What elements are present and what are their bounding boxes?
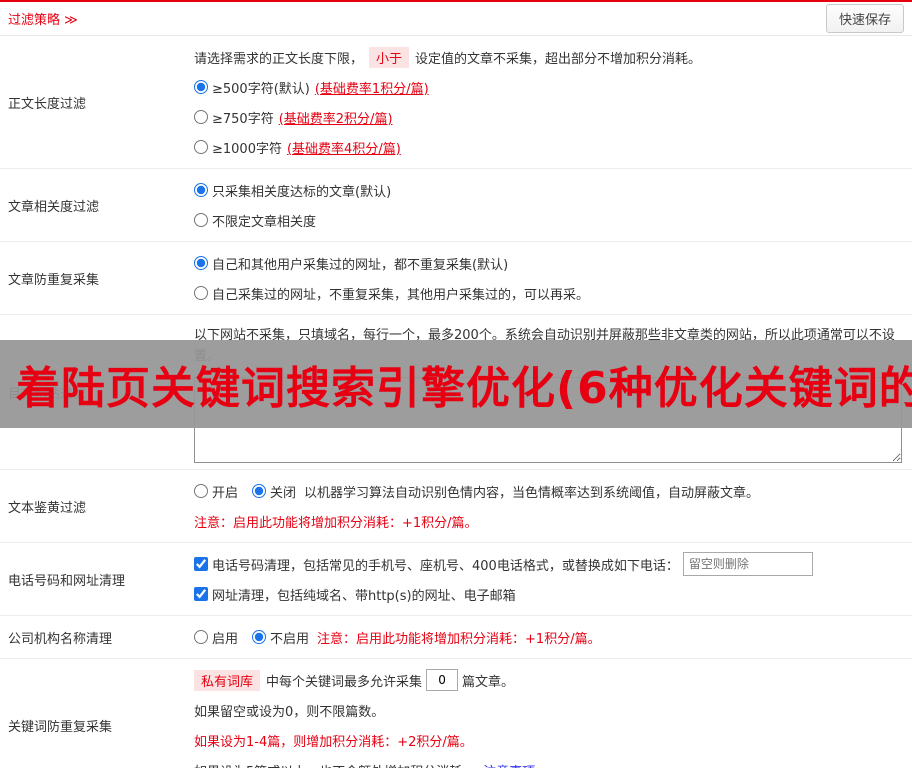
length-filter-content: 请选择需求的正文长度下限， 小于 设定值的文章不采集，超出部分不增加积分消耗。 … (194, 36, 912, 168)
intro-highlight: 小于 (369, 46, 410, 68)
phone-cleanup-text: 电话号码清理，包括常见的手机号、座机号、400电话格式，或替换成如下电话： (212, 558, 679, 574)
porn-filter-options: 开启 关闭 以机器学习算法自动识别色情内容，当色情概率达到系统阈值，自动屏蔽文章… (194, 476, 902, 506)
row-length-filter: 正文长度过滤 请选择需求的正文长度下限， 小于 设定值的文章不采集，超出部分不增… (0, 36, 912, 169)
relevance-filter-content: 只采集相关度达标的文章(默认) 不限定文章相关度 (194, 169, 912, 241)
relevance-option-any: 不限定文章相关度 (194, 205, 902, 235)
quick-save-button[interactable]: 快速保存 (825, 4, 904, 33)
length-option-750-fee-note: (基础费率2积分/篇) (278, 111, 393, 127)
dedup-option-self: 自己采集过的网址，不重复采集，其他用户采集过的，可以再采。 (194, 278, 902, 308)
relevance-option-any-radio[interactable] (194, 213, 208, 227)
porn-filter-label: 文本鉴黄过滤 (8, 500, 87, 516)
length-option-750-radio[interactable] (194, 110, 208, 124)
phone-url-cleanup-content: 电话号码清理，包括常见的手机号、座机号、400电话格式，或替换成如下电话： 网址… (194, 543, 912, 615)
porn-filter-content: 开启 关闭 以机器学习算法自动识别色情内容，当色情概率达到系统阈值，自动屏蔽文章… (194, 470, 912, 542)
porn-on-radio[interactable] (194, 484, 208, 498)
relevance-option-strict-label: 只采集相关度达标的文章(默认) (212, 184, 392, 200)
row-porn-filter: 文本鉴黄过滤 开启 关闭 以机器学习算法自动识别色情内容，当色情概率达到系统阈值… (0, 470, 912, 543)
row-company-cleanup: 公司机构名称清理 启用 不启用 注意：启用此功能将增加积分消耗：+1积分/篇。 (0, 616, 912, 659)
relevance-option-any-label: 不限定文章相关度 (212, 214, 317, 230)
keyword-limit-content: 私有词库 中每个关键词最多允许采集 篇文章。 如果留空或设为0，则不限篇数。 如… (194, 659, 912, 768)
replacement-phone-input[interactable] (682, 552, 813, 576)
dedup-option-self-radio[interactable] (194, 286, 208, 300)
phone-cleanup-option: 电话号码清理，包括常见的手机号、座机号、400电话格式，或替换成如下电话： (194, 549, 902, 579)
company-cleanup-options: 启用 不启用 注意：启用此功能将增加积分消耗：+1积分/篇。 (194, 622, 902, 652)
dedup-option-all: 自己和其他用户采集过的网址，都不重复采集(默认) (194, 248, 902, 278)
row-dedup-filter: 文章防重复采集 自己和其他用户采集过的网址，都不重复采集(默认) 自己采集过的网… (0, 242, 912, 315)
intro-pre: 请选择需求的正文长度下限， (194, 51, 364, 67)
company-cleanup-off-radio[interactable] (252, 630, 267, 644)
phone-cleanup-checkbox[interactable] (194, 557, 208, 571)
length-option-500-radio[interactable] (194, 80, 208, 94)
keyword-limit-label: 关键词防重复采集 (8, 719, 113, 735)
dedup-filter-content: 自己和其他用户采集过的网址，都不重复采集(默认) 自己采集过的网址，不重复采集，… (194, 242, 912, 314)
max-articles-input[interactable] (426, 669, 459, 691)
length-option-750: ≥750字符 (基础费率2积分/篇) (194, 102, 902, 132)
dedup-option-all-radio[interactable] (194, 256, 208, 270)
keyword-limit-note-cost: 如果设为1-4篇，则增加积分消耗：+2积分/篇。 (194, 734, 473, 750)
company-cleanup-label: 公司机构名称清理 (8, 631, 113, 647)
page-header: 过滤策略 ≫ 快速保存 (0, 2, 912, 36)
porn-off-label: 关闭 (270, 485, 297, 501)
dedup-filter-label: 文章防重复采集 (8, 272, 100, 288)
keyword-limit-note-five: 如果设为5篇或以上，也不会额外增加积分消耗。 注意事项≫ (194, 755, 902, 768)
porn-filter-description: 以机器学习算法自动识别色情内容，当色情概率达到系统阈值，自动屏蔽文章。 (304, 485, 760, 501)
length-option-1000-radio[interactable] (194, 140, 208, 154)
length-option-1000-label: ≥1000字符 (212, 141, 282, 157)
length-filter-intro: 请选择需求的正文长度下限， 小于 设定值的文章不采集，超出部分不增加积分消耗。 (194, 42, 902, 72)
relevance-option-strict: 只采集相关度达标的文章(默认) (194, 175, 902, 205)
page-title: 过滤策略 ≫ (8, 13, 78, 28)
url-cleanup-option: 网址清理，包括纯域名、带http(s)的网址、电子邮箱 (194, 579, 902, 609)
company-cleanup-cost-note: 注意：启用此功能将增加积分消耗：+1积分/篇。 (317, 631, 601, 647)
length-option-500-label: ≥500字符(默认) (212, 81, 310, 97)
length-filter-label: 正文长度过滤 (8, 96, 87, 112)
keyword-limit-five-text: 如果设为5篇或以上，也不会额外增加积分消耗。 (194, 761, 475, 768)
row-phone-url-cleanup: 电话号码和网址清理 电话号码清理，包括常见的手机号、座机号、400电话格式，或替… (0, 543, 912, 616)
length-option-500-fee-note: (基础费率1积分/篇) (314, 81, 429, 97)
watermark-overlay: 着陆页关键词搜索引擎优化(6种优化关键词的 (0, 340, 912, 428)
notice-link[interactable]: 注意事项≫ (483, 761, 549, 768)
porn-filter-cost-note: 注意：启用此功能将增加积分消耗：+1积分/篇。 (194, 515, 478, 531)
intro-post: 设定值的文章不采集，超出部分不增加积分消耗。 (415, 51, 702, 67)
keyword-limit-post-text: 篇文章。 (462, 674, 515, 690)
keyword-limit-mid-text: 中每个关键词最多允许采集 (266, 674, 423, 690)
keyword-limit-note-zero: 如果留空或设为0，则不限篇数。 (194, 704, 385, 720)
dedup-option-self-label: 自己采集过的网址，不重复采集，其他用户采集过的，可以再采。 (212, 287, 590, 303)
length-option-1000: ≥1000字符 (基础费率4积分/篇) (194, 132, 902, 162)
dedup-option-all-label: 自己和其他用户采集过的网址，都不重复采集(默认) (212, 257, 509, 273)
url-cleanup-text: 网址清理，包括纯域名、带http(s)的网址、电子邮箱 (212, 588, 516, 604)
length-option-500: ≥500字符(默认) (基础费率1积分/篇) (194, 72, 902, 102)
porn-on-label: 开启 (212, 485, 239, 501)
company-cleanup-content: 启用 不启用 注意：启用此功能将增加积分消耗：+1积分/篇。 (194, 616, 912, 658)
watermark-text: 着陆页关键词搜索引擎优化(6种优化关键词的 (16, 363, 912, 414)
relevance-option-strict-radio[interactable] (194, 183, 208, 197)
row-relevance-filter: 文章相关度过滤 只采集相关度达标的文章(默认) 不限定文章相关度 (0, 169, 912, 242)
relevance-filter-label: 文章相关度过滤 (8, 199, 100, 215)
phone-url-cleanup-label: 电话号码和网址清理 (8, 573, 126, 589)
url-cleanup-checkbox[interactable] (194, 587, 208, 601)
length-option-1000-fee-note: (基础费率4积分/篇) (286, 141, 401, 157)
filter-strategy-page: 过滤策略 ≫ 快速保存 正文长度过滤 请选择需求的正文长度下限， 小于 设定值的… (0, 0, 912, 768)
keyword-limit-setting: 私有词库 中每个关键词最多允许采集 篇文章。 (194, 665, 902, 695)
row-keyword-limit: 关键词防重复采集 私有词库 中每个关键词最多允许采集 篇文章。 如果留空或设为0… (0, 659, 912, 768)
company-cleanup-on-label: 启用 (212, 631, 239, 647)
length-option-750-label: ≥750字符 (212, 111, 274, 127)
porn-off-radio[interactable] (252, 484, 267, 498)
company-cleanup-on-radio[interactable] (194, 630, 208, 644)
private-thesaurus-tag: 私有词库 (194, 669, 261, 691)
company-cleanup-off-label: 不启用 (270, 631, 310, 647)
